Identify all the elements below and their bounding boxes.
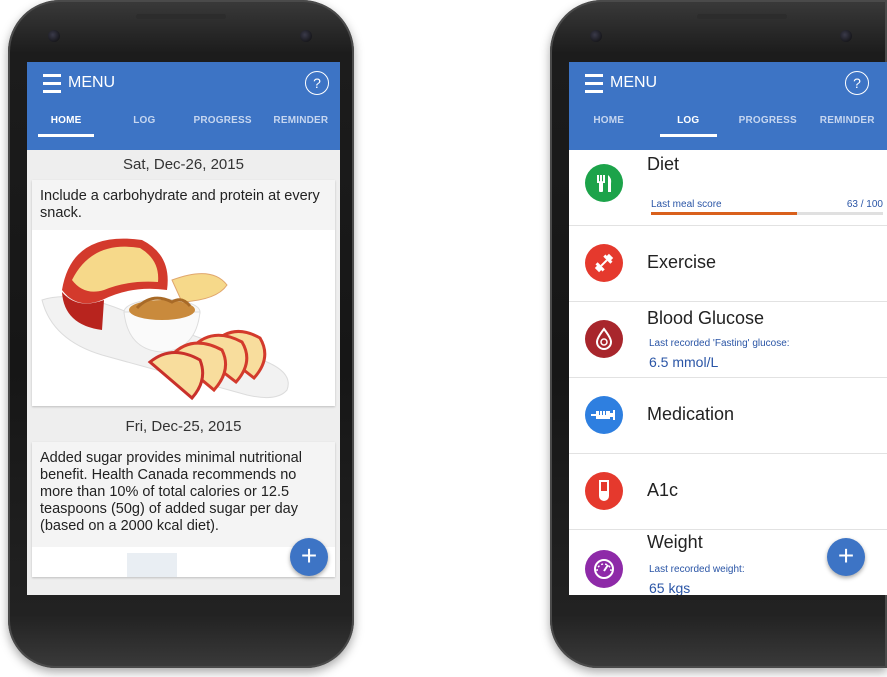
tab-home[interactable]: HOME (27, 106, 105, 150)
log-title: Exercise (647, 252, 717, 272)
speaker-grille (136, 14, 226, 19)
tab-progress[interactable]: PROGRESS (184, 106, 262, 150)
fork-knife-icon (585, 164, 623, 202)
screen-home: MENU ? HOME LOG PROGRESS REMINDER Sat, D… (27, 62, 340, 595)
menu-row: MENU ? (27, 62, 340, 106)
log-subtitle: Last recorded weight: (649, 564, 745, 575)
feed-date-header: Fri, Dec-25, 2015 (125, 418, 242, 435)
menu-label[interactable]: MENU (610, 74, 657, 92)
log-item-exercise[interactable]: Exercise (569, 226, 887, 302)
syringe-icon (585, 396, 623, 434)
add-fab-button[interactable]: + (290, 538, 328, 576)
help-icon[interactable]: ? (845, 71, 869, 95)
tip-card[interactable]: Include a carbohydrate and protein at ev… (32, 180, 335, 406)
log-subtitle: Last recorded 'Fasting' glucose: (649, 338, 790, 349)
tab-log[interactable]: LOG (649, 106, 729, 150)
screen-log: MENU ? HOME LOG PROGRESS REMINDER Diet L… (569, 62, 887, 595)
log-item-diet[interactable]: Diet Last meal score 63 / 100 (569, 150, 887, 226)
camera-icon (48, 30, 60, 42)
log-title: Blood Glucose (647, 308, 765, 328)
log-title: Diet (647, 154, 680, 174)
tab-log[interactable]: LOG (105, 106, 183, 150)
log-title: A1c (647, 480, 679, 500)
tip-text: Include a carbohydrate and protein at ev… (32, 180, 335, 230)
log-value: 65 kgs (649, 580, 691, 595)
blood-drop-icon (585, 320, 623, 358)
add-fab-button[interactable]: + (827, 538, 865, 576)
test-tube-icon (585, 472, 623, 510)
phone-left: MENU ? HOME LOG PROGRESS REMINDER Sat, D… (8, 0, 354, 668)
speaker-grille (697, 14, 787, 19)
tab-bar: HOME LOG PROGRESS REMINDER (569, 106, 887, 150)
hamburger-menu-icon[interactable] (43, 74, 61, 94)
feed-date-header: Sat, Dec-26, 2015 (123, 156, 244, 173)
phone-right: MENU ? HOME LOG PROGRESS REMINDER Diet L… (550, 0, 887, 668)
log-value: 6.5 mmol/L (649, 354, 719, 370)
sensor-icon (300, 30, 312, 42)
meal-score-value: 63 / 100 (846, 199, 883, 210)
log-item-a1c[interactable]: A1c (569, 454, 887, 530)
log-list: Diet Last meal score 63 / 100 Exercise B… (569, 150, 887, 595)
tab-bar: HOME LOG PROGRESS REMINDER (27, 106, 340, 150)
log-item-medication[interactable]: Medication (569, 378, 887, 454)
app-bar: MENU ? HOME LOG PROGRESS REMINDER (27, 62, 340, 150)
apple-peanut-butter-image (32, 230, 335, 406)
log-title: Medication (647, 404, 735, 424)
hamburger-menu-icon[interactable] (585, 74, 603, 94)
dumbbell-icon (585, 244, 623, 282)
camera-icon (590, 30, 602, 42)
tab-home[interactable]: HOME (569, 106, 649, 150)
tab-reminder[interactable]: REMINDER (262, 106, 340, 150)
log-item-blood-glucose[interactable]: Blood Glucose Last recorded 'Fasting' gl… (569, 302, 887, 378)
meal-score-fill (651, 212, 798, 215)
log-title: Weight (647, 532, 703, 552)
tab-progress[interactable]: PROGRESS (728, 106, 808, 150)
tab-reminder[interactable]: REMINDER (808, 106, 887, 150)
meal-score-label: Last meal score (651, 199, 722, 210)
sensor-icon (840, 30, 852, 42)
scale-gauge-icon (585, 550, 623, 588)
tip-text: Added sugar provides minimal nutritional… (32, 442, 335, 547)
menu-label[interactable]: MENU (68, 74, 115, 92)
menu-row: MENU ? (569, 62, 887, 106)
app-bar: MENU ? HOME LOG PROGRESS REMINDER (569, 62, 887, 150)
help-icon[interactable]: ? (305, 71, 329, 95)
meal-score-bar (651, 212, 883, 215)
